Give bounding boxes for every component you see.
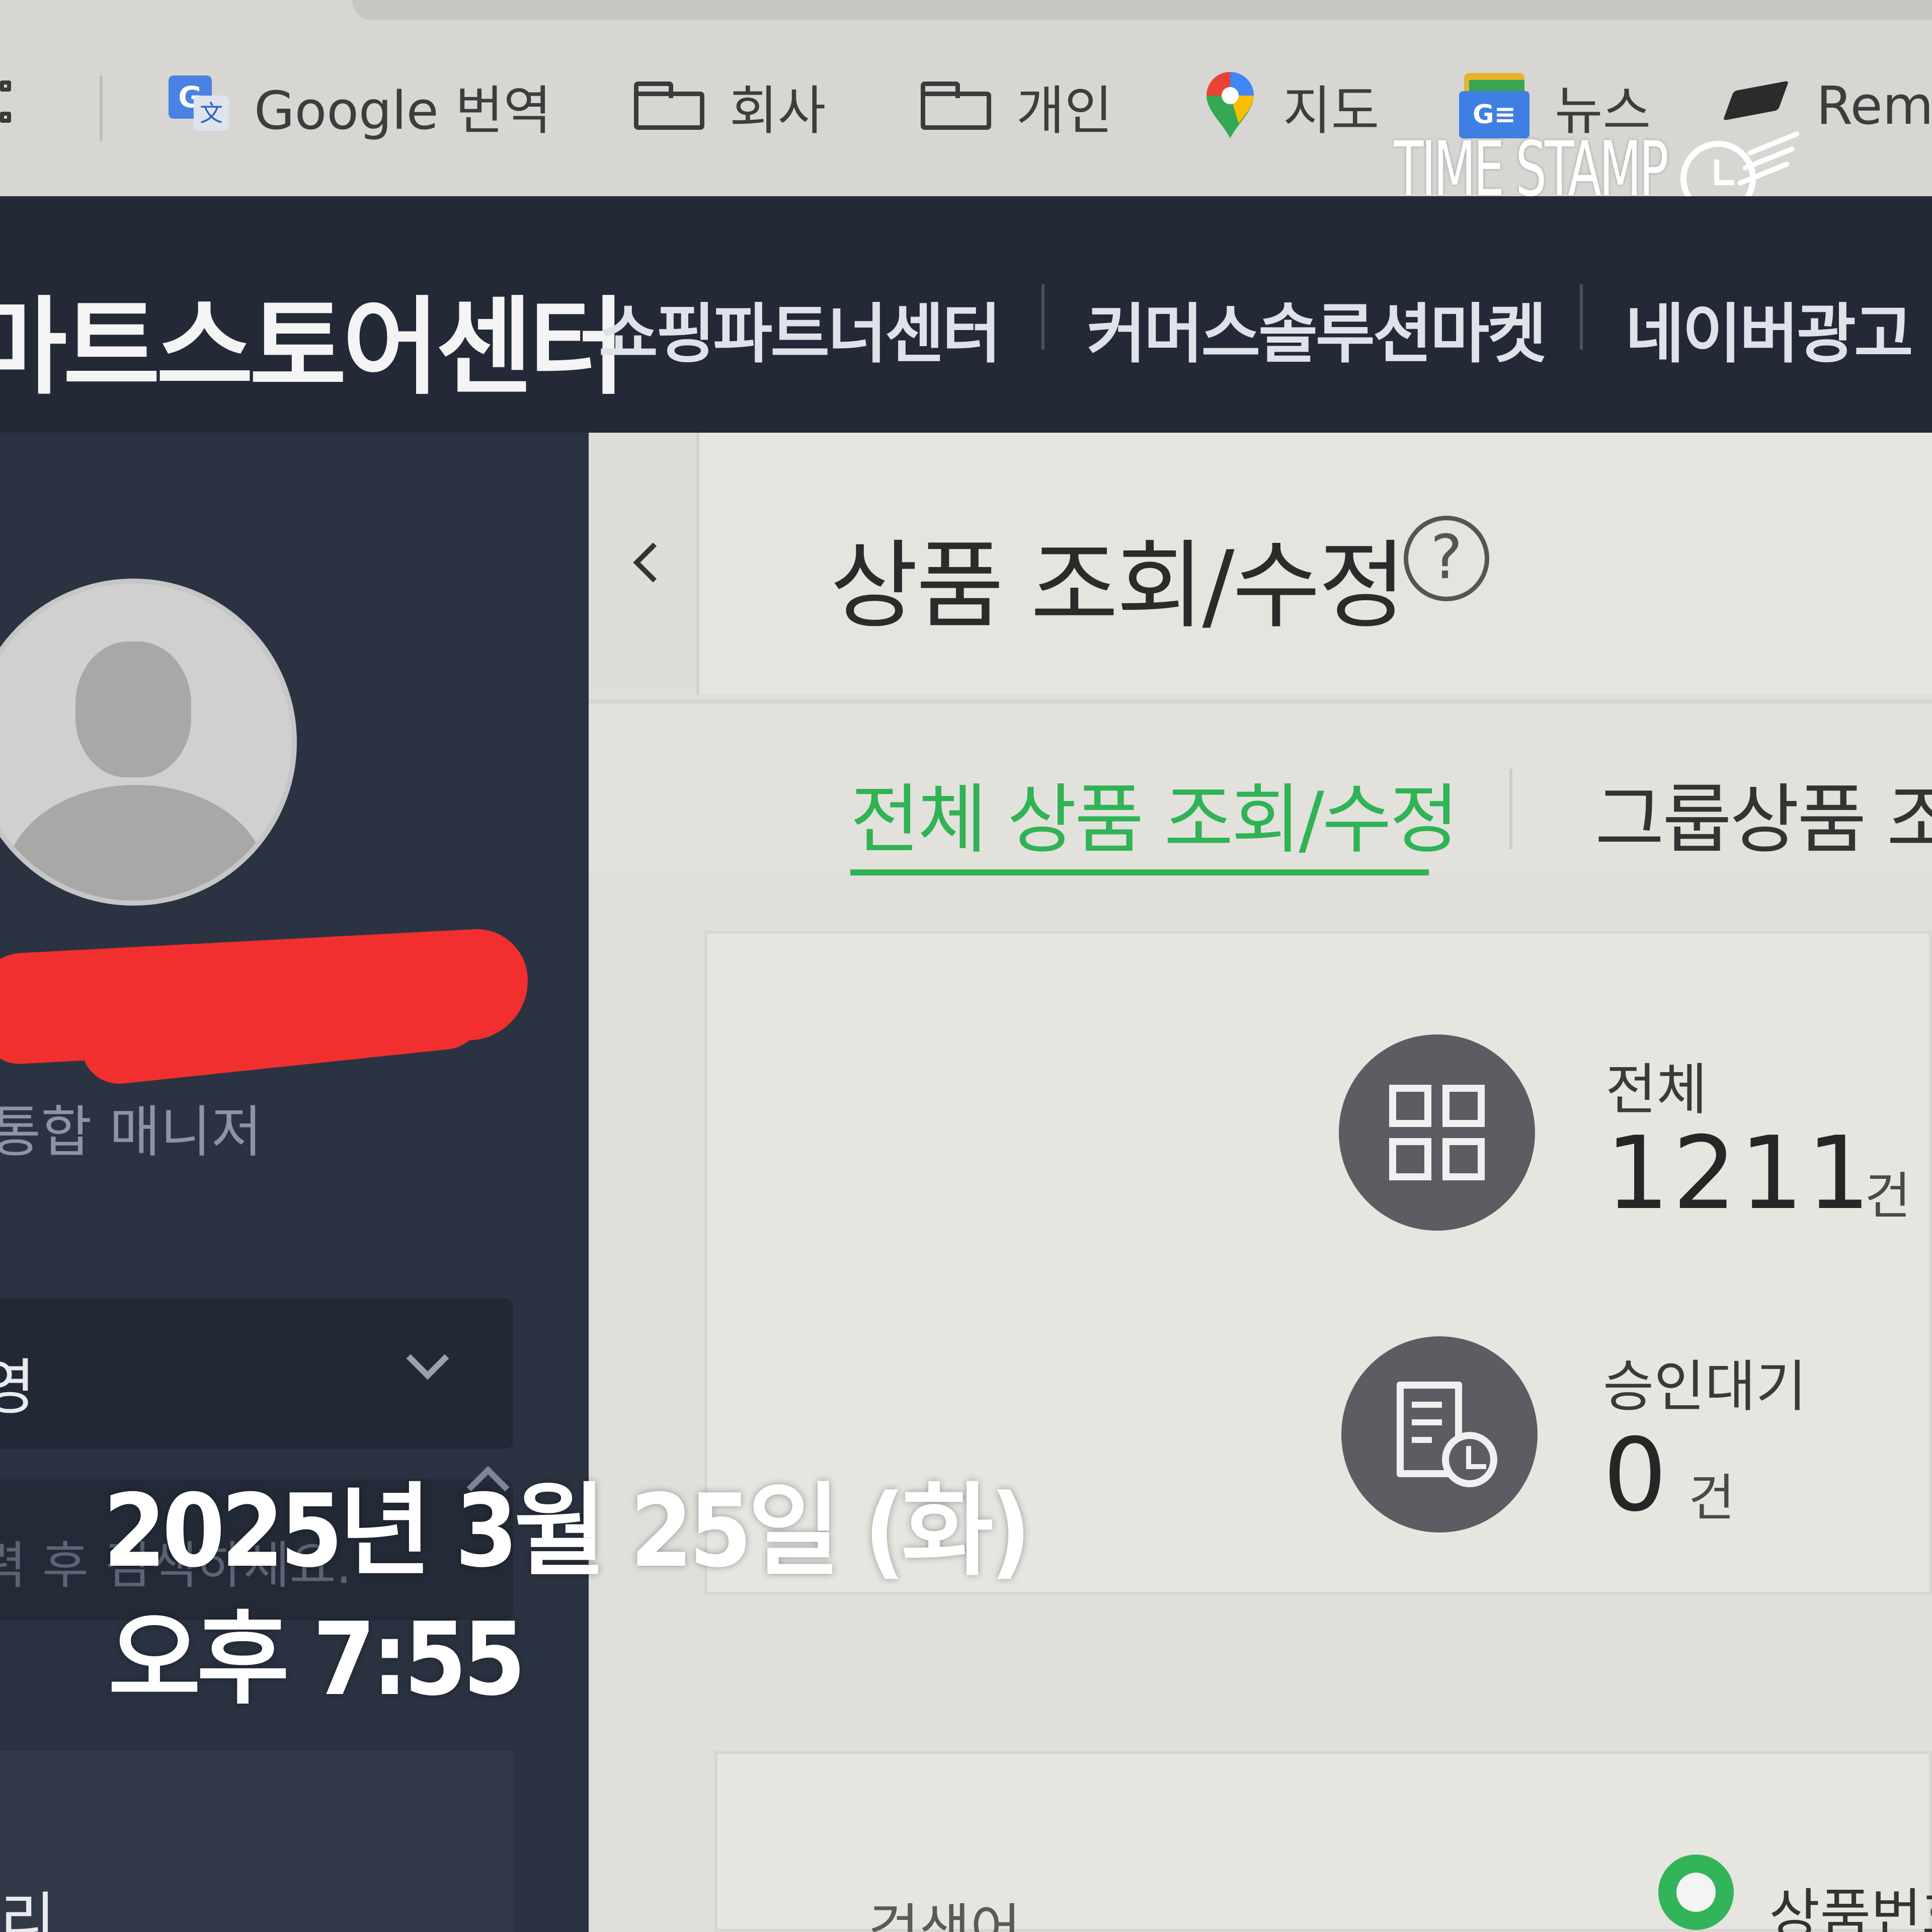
browser-tab-strip xyxy=(352,0,1932,20)
back-button[interactable] xyxy=(589,433,699,694)
sidebar-menu-label: 영 xyxy=(0,1353,36,1423)
tab-all-products[interactable]: 전체 상품 조회/수정 xyxy=(850,759,1459,868)
search-panel: 검색어 상품번호 xyxy=(714,1751,1932,1932)
help-icon[interactable]: ? xyxy=(1404,516,1489,601)
apps-grid-icon[interactable] xyxy=(0,80,35,141)
bookmarks-divider xyxy=(100,75,103,141)
tab-separator xyxy=(1509,769,1512,849)
chevron-down-icon xyxy=(406,1337,449,1380)
sidebar-menu-section[interactable]: 리 xyxy=(0,1751,513,1932)
nav-link-naver-ads[interactable]: 네이버광고 xyxy=(1625,282,1913,375)
bookmark-maps[interactable]: 지도 xyxy=(1202,65,1379,146)
photo-timestamp-date: 2025년 3월 25일 (화) xyxy=(103,1473,1031,1590)
bookmark-label: Remo xyxy=(1816,75,1932,136)
stat-unit: 건 xyxy=(1865,1167,1911,1226)
google-translate-icon: G文 xyxy=(169,75,229,136)
bookmark-label: 지도 xyxy=(1283,79,1380,141)
top-navigation: 마트스토어센터 쇼핑파트너센터 커머스솔루션마켓 네이버광고 xyxy=(0,196,1932,433)
user-role: 통합 매니저 xyxy=(0,1100,262,1164)
nav-link-shopping-partner[interactable]: 쇼핑파트너센터 xyxy=(599,282,1001,375)
photo-timestamp-time: 오후 7:55 xyxy=(108,1601,526,1718)
bookmark-folder-company[interactable]: 회사 xyxy=(634,65,826,146)
bookmark-label: Google 번역 xyxy=(254,79,552,141)
google-maps-icon xyxy=(1206,72,1254,138)
sidebar-menu-dropdown[interactable]: 영 xyxy=(0,1298,513,1449)
stat-label-total: 전체 xyxy=(1605,1058,1708,1122)
remo-icon xyxy=(1721,80,1791,131)
tab-group-products[interactable]: 그룹상품 조 xyxy=(1595,759,1932,868)
brand-title[interactable]: 마트스토어센터 xyxy=(0,262,626,415)
tab-bar: 전체 상품 조회/수정 그룹상품 조 xyxy=(589,699,1932,875)
page-header: 상품 조회/수정 ? xyxy=(589,433,1932,694)
nav-separator xyxy=(1041,284,1044,350)
search-keyword-label: 검색어 xyxy=(868,1898,1021,1932)
grid-icon[interactable] xyxy=(1339,1034,1535,1231)
nav-separator xyxy=(1580,284,1583,350)
main-content: 상품 조회/수정 ? 전체 상품 조회/수정 그룹상품 조 전체 1211 건 … xyxy=(589,433,1932,1932)
radio-product-number[interactable] xyxy=(1658,1855,1734,1930)
radio-label: 상품번호 xyxy=(1769,1883,1932,1932)
stat-unit: 건 xyxy=(1688,1469,1735,1527)
document-clock-icon[interactable] xyxy=(1341,1336,1538,1533)
nav-link-commerce-market[interactable]: 커머스솔루션마켓 xyxy=(1087,282,1547,375)
bookmark-folder-personal[interactable]: 개인 xyxy=(921,65,1112,146)
chevron-left-icon xyxy=(633,542,673,583)
stat-value-pending[interactable]: 0 xyxy=(1603,1417,1670,1534)
stat-value-total[interactable]: 1211 xyxy=(1605,1115,1874,1232)
folder-icon xyxy=(634,82,704,130)
bookmark-label: 개인 xyxy=(1016,79,1113,141)
folder-icon xyxy=(921,82,991,130)
stat-label-pending: 승인대기 xyxy=(1603,1354,1807,1419)
bookmark-label: 회사 xyxy=(730,79,826,141)
watermark-speed-lines xyxy=(1737,130,1801,191)
active-tab-indicator xyxy=(850,869,1429,875)
sidebar-section-label: 리 xyxy=(0,1886,56,1932)
bookmark-google-translate[interactable]: G文 Google 번역 xyxy=(169,65,551,146)
page-title: 상품 조회/수정 xyxy=(830,530,1406,641)
user-avatar-icon[interactable] xyxy=(0,579,297,906)
